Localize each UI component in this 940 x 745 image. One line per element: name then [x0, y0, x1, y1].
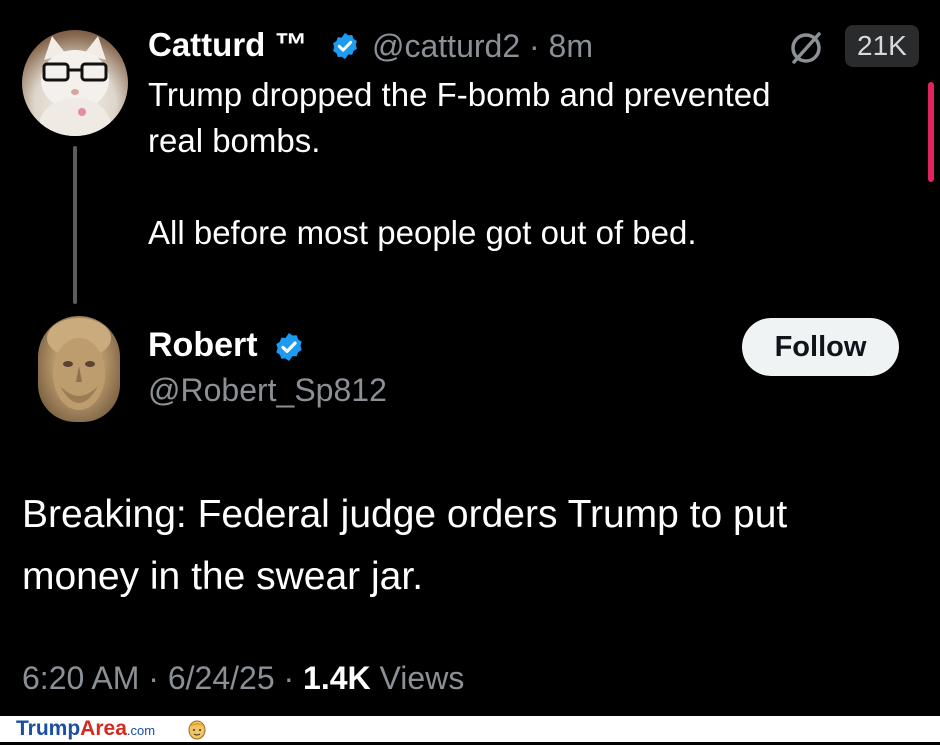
- tweet1-time-ago[interactable]: 8m: [549, 28, 593, 64]
- tweet1-handle[interactable]: @catturd2: [372, 28, 520, 64]
- trump-face-icon: [186, 718, 208, 745]
- post-date[interactable]: 6/24/25: [168, 660, 275, 696]
- tweet2-author-name[interactable]: Robert: [148, 326, 258, 365]
- scroll-indicator[interactable]: [928, 82, 934, 182]
- thread-connector-line: [73, 146, 77, 304]
- robert-avatar[interactable]: [38, 316, 120, 422]
- views-label: Views: [370, 660, 465, 696]
- cat-with-glasses-image: [39, 36, 111, 136]
- verified-badge-icon: [330, 31, 360, 61]
- watermark-part3: .com: [126, 723, 156, 738]
- separator-dot: ·: [529, 28, 540, 64]
- verified-badge-icon: [273, 331, 305, 363]
- views-count: 1.4K: [303, 660, 371, 696]
- tweet2-meta: 6:20 AM · 6/24/25 · 1.4K Views: [22, 660, 464, 697]
- bust-statue-image: [47, 318, 111, 410]
- separator-dot: ·: [274, 660, 304, 696]
- tweet1-handle-and-time: @catturd2 · 8m: [372, 28, 593, 65]
- tweet1-text: Trump dropped the F-bomb and prevented r…: [148, 76, 771, 251]
- watermark-logo: TrumpArea.com: [16, 717, 155, 741]
- ring-slash-icon[interactable]: [786, 28, 826, 73]
- watermark-part2: Area: [80, 717, 127, 740]
- follow-button[interactable]: Follow: [742, 318, 899, 376]
- tweet2-handle[interactable]: @Robert_Sp812: [148, 372, 387, 409]
- watermark-part1: Trump: [16, 717, 81, 740]
- tweet1-display-name: Catturd ™: [148, 26, 308, 63]
- catturd-avatar[interactable]: [22, 30, 128, 136]
- tweet1-author-name[interactable]: Catturd ™: [148, 26, 308, 64]
- post-time[interactable]: 6:20 AM: [22, 660, 139, 696]
- tweet2-text: Breaking: Federal judge orders Trump to …: [22, 493, 788, 598]
- count-badge: 21K: [845, 25, 919, 67]
- tweet2-display-name: Robert: [148, 326, 258, 364]
- separator-dot: ·: [139, 660, 168, 696]
